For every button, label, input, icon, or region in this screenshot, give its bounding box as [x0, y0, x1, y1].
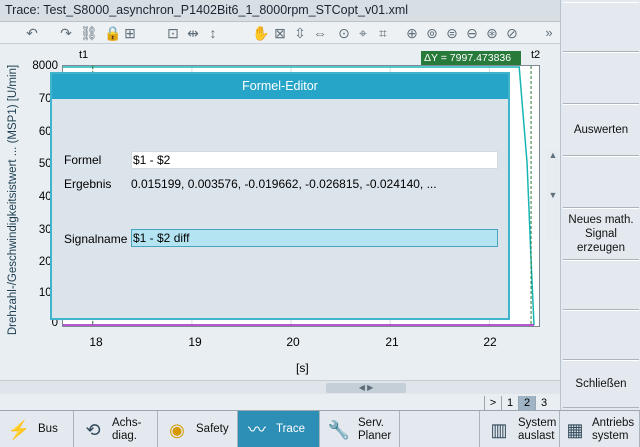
zoom-area-icon[interactable]: ⊘: [504, 25, 520, 41]
window-title: Trace: Test_S8000_asynchron_P1402Bit6_1_…: [5, 3, 409, 17]
formula-editor-dialog: Formel-Editor Formel $1 - $2 Ergebnis 0.…: [50, 72, 510, 320]
link-icon[interactable]: ⛓: [80, 25, 98, 41]
zoom-box-icon[interactable]: ⊠: [272, 25, 288, 41]
vertical-cursor-icon[interactable]: ↕: [205, 25, 221, 41]
zoom-out-icon[interactable]: ⊖: [464, 25, 480, 41]
bottom-drive-system-button[interactable]: ▦ Antriebs system: [560, 411, 640, 447]
softkey-evaluate[interactable]: Auswerten: [563, 104, 639, 156]
fit-cursor-icon[interactable]: ⊡: [165, 25, 181, 41]
redo-icon[interactable]: ↷: [58, 25, 74, 41]
x-tick-label: 20: [286, 335, 300, 349]
bottom-trace-button[interactable]: 〰 Trace: [238, 411, 320, 447]
vertical-scroll-arrows[interactable]: ▲ ▼: [547, 150, 559, 240]
formula-input[interactable]: $1 - $2: [131, 151, 498, 169]
zoom-cursor-icon[interactable]: ⊙: [336, 25, 352, 41]
softkey-1[interactable]: [563, 2, 639, 52]
zoom-vertical-fit-icon[interactable]: ⊜: [444, 25, 460, 41]
softkey-close[interactable]: Schließen: [563, 360, 639, 408]
delta-readout: ΔY = 7997.473836: [421, 51, 521, 65]
y-axis-label: Drehzahl-/Geschwindigkeitsistwert ... (M…: [7, 64, 19, 336]
safety-icon: ◉: [169, 419, 185, 440]
softkey-2[interactable]: [563, 52, 639, 104]
softkey-4[interactable]: [563, 156, 639, 208]
bottom-serv-planer-button[interactable]: 🔧 Serv. Planer: [320, 411, 400, 447]
system-load-icon: ▥: [490, 419, 508, 440]
hand-icon[interactable]: ✋: [252, 25, 269, 41]
bottom-axis-diag-button[interactable]: ⟲ Achs- diag.: [74, 411, 158, 447]
trace-toolbar: ↶ ↷ ⛓ 🔒 ⊞ ⊡ ⇹ ↕ ✋ ⊠ ⇳ ⇔ ⊙ ⌖ ⌗ ⊕ ⊚ ⊜ ⊖ ⊛ …: [0, 22, 560, 44]
x-tick-label: 22: [483, 335, 497, 349]
scrollbar-thumb[interactable]: ◀ ▶: [326, 383, 406, 393]
drive-system-icon: ▦: [566, 419, 584, 440]
vertical-softkey-bar: ▲ ▼ Auswerten Neues math. Signal erzeugen…: [547, 0, 640, 410]
bottom-safety-button[interactable]: ◉ Safety: [158, 411, 238, 447]
service-planner-icon: 🔧: [327, 419, 351, 440]
softkey-new-signal[interactable]: Neues math. Signal erzeugen: [563, 208, 639, 260]
undo-icon[interactable]: ↶: [24, 25, 40, 41]
x-tick-label: 21: [385, 335, 399, 349]
marker-alt-icon[interactable]: ⌗: [375, 25, 391, 41]
marker-icon[interactable]: ⌖: [355, 25, 371, 41]
page-indicator: > 1 2 3: [484, 396, 552, 410]
zoom-in-icon[interactable]: ⊕: [404, 25, 420, 41]
softkey-6[interactable]: [563, 260, 639, 310]
zoom-vertical-icon[interactable]: ⇳: [292, 25, 308, 41]
x-axis-unit: [s]: [296, 361, 309, 375]
result-value: 0.015199, 0.003576, -0.019662, -0.026815…: [131, 177, 437, 191]
trace-icon: 〰: [248, 419, 266, 440]
y-tick-label: 8000: [32, 60, 58, 72]
softkey-7[interactable]: [563, 310, 639, 360]
group-icon[interactable]: ⊞: [122, 25, 138, 41]
zoom-fit-icon[interactable]: ⊛: [484, 25, 500, 41]
dialog-title: Formel-Editor: [52, 74, 508, 99]
pager-more-button[interactable]: >: [484, 396, 501, 410]
pager-page-3[interactable]: 3: [535, 396, 552, 410]
bottom-system-load-button[interactable]: ▥ System auslast: [480, 411, 560, 447]
pager-page-1[interactable]: 1: [501, 396, 518, 410]
marker-t2-label[interactable]: t2: [531, 49, 540, 61]
lock-icon[interactable]: 🔒: [104, 25, 121, 41]
formula-label: Formel: [64, 153, 102, 167]
x-tick-label: 19: [188, 335, 202, 349]
title-bar: Trace: Test_S8000_asynchron_P1402Bit6_1_…: [0, 0, 560, 22]
x-tick-label: 18: [89, 335, 103, 349]
zoom-100-icon[interactable]: ⊚: [424, 25, 440, 41]
signal-name-label: Signalname: [64, 232, 128, 246]
bottom-softkey-bar: ⚡ Bus ⟲ Achs- diag. ◉ Safety 〰 Trace 🔧 S…: [0, 410, 640, 447]
marker-t1-label[interactable]: t1: [79, 49, 88, 61]
bottom-empty-button[interactable]: [400, 411, 480, 447]
axis-diagnosis-icon: ⟲: [85, 419, 101, 440]
cursor-icon[interactable]: ⇹: [185, 25, 201, 41]
bottom-bus-button[interactable]: ⚡ Bus: [0, 411, 74, 447]
toolbar-overflow-icon[interactable]: »: [541, 25, 557, 41]
pager-page-2[interactable]: 2: [518, 396, 535, 410]
bus-icon: ⚡: [7, 419, 31, 440]
result-label: Ergebnis: [64, 177, 112, 191]
signal-name-input[interactable]: $1 - $2 diff: [131, 229, 498, 247]
zoom-horizontal-icon[interactable]: ⇔: [312, 25, 328, 41]
horizontal-scrollbar[interactable]: ◀ ▶: [0, 380, 560, 394]
